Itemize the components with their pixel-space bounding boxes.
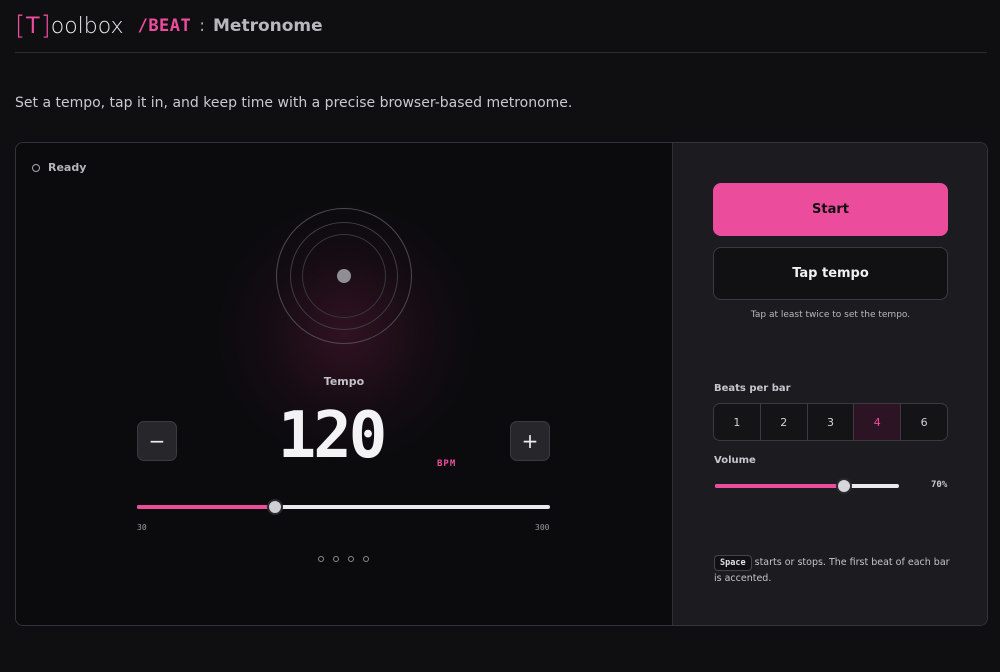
space-key-badge: Space bbox=[714, 555, 752, 571]
increase-tempo-button[interactable]: + bbox=[510, 421, 550, 461]
page-title: Metronome bbox=[213, 16, 323, 36]
volume-slider[interactable] bbox=[715, 478, 899, 494]
tempo-slider-thumb[interactable] bbox=[266, 499, 283, 515]
visualizer-center-dot bbox=[337, 269, 351, 283]
logo-text: oolbox bbox=[50, 13, 124, 39]
start-button[interactable]: Start bbox=[713, 183, 948, 236]
tempo-label: Tempo bbox=[323, 375, 365, 388]
controls-panel: Start Tap tempo Tap at least twice to se… bbox=[672, 143, 987, 625]
bpm-unit: BPM bbox=[437, 459, 457, 469]
volume-slider-fill bbox=[715, 484, 844, 488]
tap-tempo-hint: Tap at least twice to set the tempo. bbox=[750, 310, 911, 320]
status-indicator: Ready bbox=[32, 161, 86, 174]
beats-per-bar-label: Beats per bar bbox=[714, 383, 791, 394]
tempo-slider[interactable] bbox=[137, 499, 550, 515]
beat-visualizer bbox=[276, 208, 412, 344]
beats-per-bar-option-1[interactable]: 1 bbox=[714, 404, 761, 440]
volume-value: 70% bbox=[931, 480, 948, 490]
tempo-min-label: 30 bbox=[137, 523, 147, 532]
app-header: [ T ] oolbox /BEAT : Metronome bbox=[15, 0, 987, 53]
beat-indicators bbox=[318, 556, 369, 562]
beats-per-bar-option-3[interactable]: 3 bbox=[808, 404, 855, 440]
beat-indicator-dot bbox=[333, 556, 339, 562]
metronome-display: Ready Tempo − 120 BPM + 30 300 bbox=[16, 143, 672, 625]
beats-per-bar-option-2[interactable]: 2 bbox=[761, 404, 808, 440]
decrease-tempo-button[interactable]: − bbox=[137, 421, 177, 461]
logo-letter: T bbox=[26, 13, 40, 39]
metronome-card: Ready Tempo − 120 BPM + 30 300 Start Tap… bbox=[15, 142, 988, 626]
beat-indicator-dot bbox=[363, 556, 369, 562]
beats-per-bar-option-4[interactable]: 4 bbox=[854, 404, 902, 440]
tempo-max-label: 300 bbox=[535, 523, 550, 532]
beat-indicator-dot bbox=[318, 556, 324, 562]
volume-label: Volume bbox=[714, 455, 756, 466]
tempo-slider-fill bbox=[137, 505, 275, 509]
breadcrumb-category[interactable]: /BEAT bbox=[138, 16, 192, 36]
logo-bracket-open: [ bbox=[15, 11, 26, 41]
toolbox-logo[interactable]: [ T ] oolbox bbox=[15, 11, 124, 41]
status-dot-icon bbox=[32, 163, 40, 172]
logo-bracket-close: ] bbox=[40, 11, 51, 41]
breadcrumb-separator: : bbox=[199, 16, 205, 36]
tap-tempo-button[interactable]: Tap tempo bbox=[713, 247, 948, 300]
keyboard-help: Space starts or stops. The first beat of… bbox=[714, 555, 954, 587]
status-text: Ready bbox=[48, 161, 87, 174]
beats-per-bar-option-6[interactable]: 6 bbox=[901, 404, 947, 440]
page-description: Set a tempo, tap it in, and keep time wi… bbox=[15, 95, 573, 111]
bpm-value: 120 bbox=[277, 399, 388, 473]
beat-indicator-dot bbox=[348, 556, 354, 562]
beats-per-bar-selector: 12346 bbox=[713, 403, 948, 441]
volume-slider-thumb[interactable] bbox=[835, 478, 852, 494]
